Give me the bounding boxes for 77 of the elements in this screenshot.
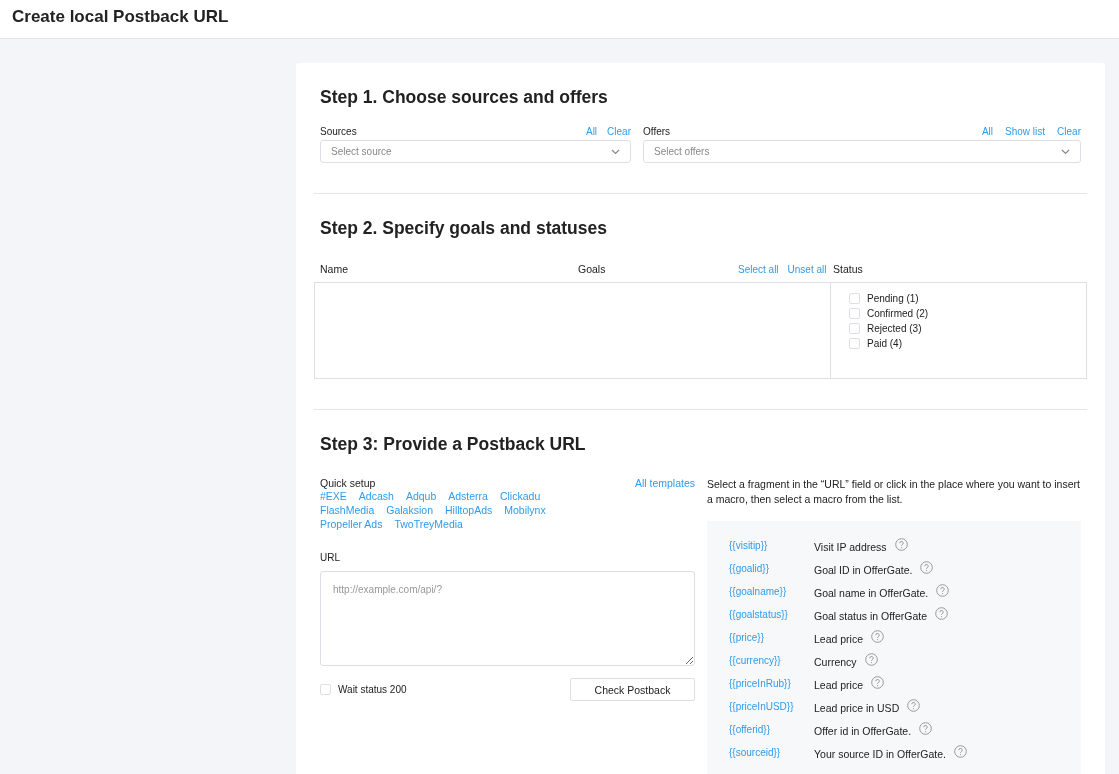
instruction-text: Select a fragment in the “URL” field or click in the place where you want to insert a macro, then select a macro from the list.: [707, 477, 1081, 507]
checkbox-label: Rejected (3): [867, 323, 922, 334]
template-link[interactable]: Adsterra: [448, 490, 488, 502]
field-label: Sources: [320, 126, 357, 137]
template-link[interactable]: Galaksion: [386, 504, 433, 516]
link[interactable]: Unset all: [787, 264, 827, 275]
macro-description: Visit IP address: [814, 541, 887, 553]
url-input-field[interactable]: http://example.com/api/?: [320, 571, 695, 666]
column-header: Goals: [578, 263, 607, 275]
template-link[interactable]: Mobilynx: [504, 504, 546, 516]
checkbox[interactable]: [849, 338, 860, 349]
link[interactable]: Clear: [607, 126, 631, 137]
macro-link[interactable]: {{currency}}: [729, 655, 781, 666]
offers-dropdown[interactable]: Select offers: [643, 140, 1081, 163]
macro-link[interactable]: {{offerid}}: [729, 724, 770, 735]
template-link[interactable]: Propeller Ads: [320, 518, 383, 530]
macro-link[interactable]: {{sourceid}}: [729, 747, 781, 758]
chevron-down-icon: [1061, 148, 1070, 155]
link[interactable]: Clear: [1057, 126, 1081, 137]
help-icon[interactable]: [936, 584, 950, 597]
checkbox[interactable]: [849, 323, 860, 334]
help-icon[interactable]: [907, 699, 921, 712]
link[interactable]: All: [585, 126, 598, 137]
macro-link[interactable]: {{priceInRub}}: [729, 678, 791, 689]
template-link[interactable]: Adcash: [358, 490, 394, 502]
link[interactable]: All: [981, 126, 994, 137]
column-header: Name: [320, 263, 349, 275]
template-link[interactable]: Clickadu: [499, 490, 541, 502]
checkbox-label: Confirmed (2): [867, 308, 929, 319]
link[interactable]: Show list: [1005, 126, 1046, 137]
macro-description: Lead price: [814, 679, 864, 691]
macro-description: Goal name in OfferGate.: [814, 587, 929, 599]
help-icon[interactable]: [919, 722, 933, 735]
field-label: URL: [320, 552, 341, 563]
help-icon[interactable]: [864, 653, 878, 666]
macro-description: Currency: [814, 656, 857, 668]
template-link[interactable]: FlashMedia: [320, 504, 375, 516]
field-label: Offers: [643, 126, 671, 137]
macro-description: Offer id in OfferGate.: [814, 725, 912, 737]
help-icon[interactable]: [920, 561, 934, 574]
template-link[interactable]: TwoTreyMedia: [394, 518, 463, 530]
template-link[interactable]: Adqub: [405, 490, 437, 502]
macro-link[interactable]: {{price}}: [729, 632, 765, 643]
macro-description: Lead price in USD: [814, 702, 900, 714]
column-header: Status: [833, 263, 863, 275]
help-icon[interactable]: [871, 676, 885, 689]
macro-link[interactable]: {{goalname}}: [729, 586, 787, 597]
macro-description: Lead price: [814, 633, 864, 645]
help-icon[interactable]: [894, 538, 908, 551]
macro-link[interactable]: {{priceInUSD}}: [729, 701, 794, 712]
help-icon[interactable]: [871, 630, 885, 643]
macro-description: Your source ID in OfferGate.: [814, 748, 946, 760]
link[interactable]: Select all: [738, 264, 779, 275]
quick-setup-label: Quick setup: [320, 477, 376, 489]
template-link[interactable]: HilltopAds: [445, 504, 493, 516]
source-dropdown[interactable]: Select source: [320, 140, 631, 163]
help-icon[interactable]: [953, 745, 967, 758]
checkbox[interactable]: [849, 308, 860, 319]
chevron-down-icon: [611, 148, 620, 155]
macro-link[interactable]: {{visitip}}: [729, 540, 768, 551]
section-heading: Step 2. Specify goals and statuses: [320, 218, 607, 239]
page-title: Create local Postback URL: [12, 7, 229, 27]
macro-description: Goal status in OfferGate: [814, 610, 928, 622]
checkbox[interactable]: [849, 293, 860, 304]
section-heading: Step 1. Choose sources and offers: [320, 87, 608, 108]
macro-description: Goal ID in OfferGate.: [814, 564, 913, 576]
checkbox[interactable]: [320, 684, 331, 695]
checkbox-label: Pending (1): [867, 293, 919, 304]
template-link[interactable]: #EXE: [320, 490, 347, 502]
checkbox-label: Wait status 200: [338, 684, 407, 695]
section-heading: Step 3: Provide a Postback URL: [320, 434, 586, 455]
help-icon[interactable]: [935, 607, 949, 620]
check-postback-button[interactable]: Check Postback: [570, 678, 695, 701]
macro-link[interactable]: {{goalid}}: [729, 563, 770, 574]
checkbox-label: Paid (4): [867, 338, 902, 349]
macro-link[interactable]: {{goalstatus}}: [729, 609, 788, 620]
all-templates-link[interactable]: All templates: [634, 477, 695, 489]
